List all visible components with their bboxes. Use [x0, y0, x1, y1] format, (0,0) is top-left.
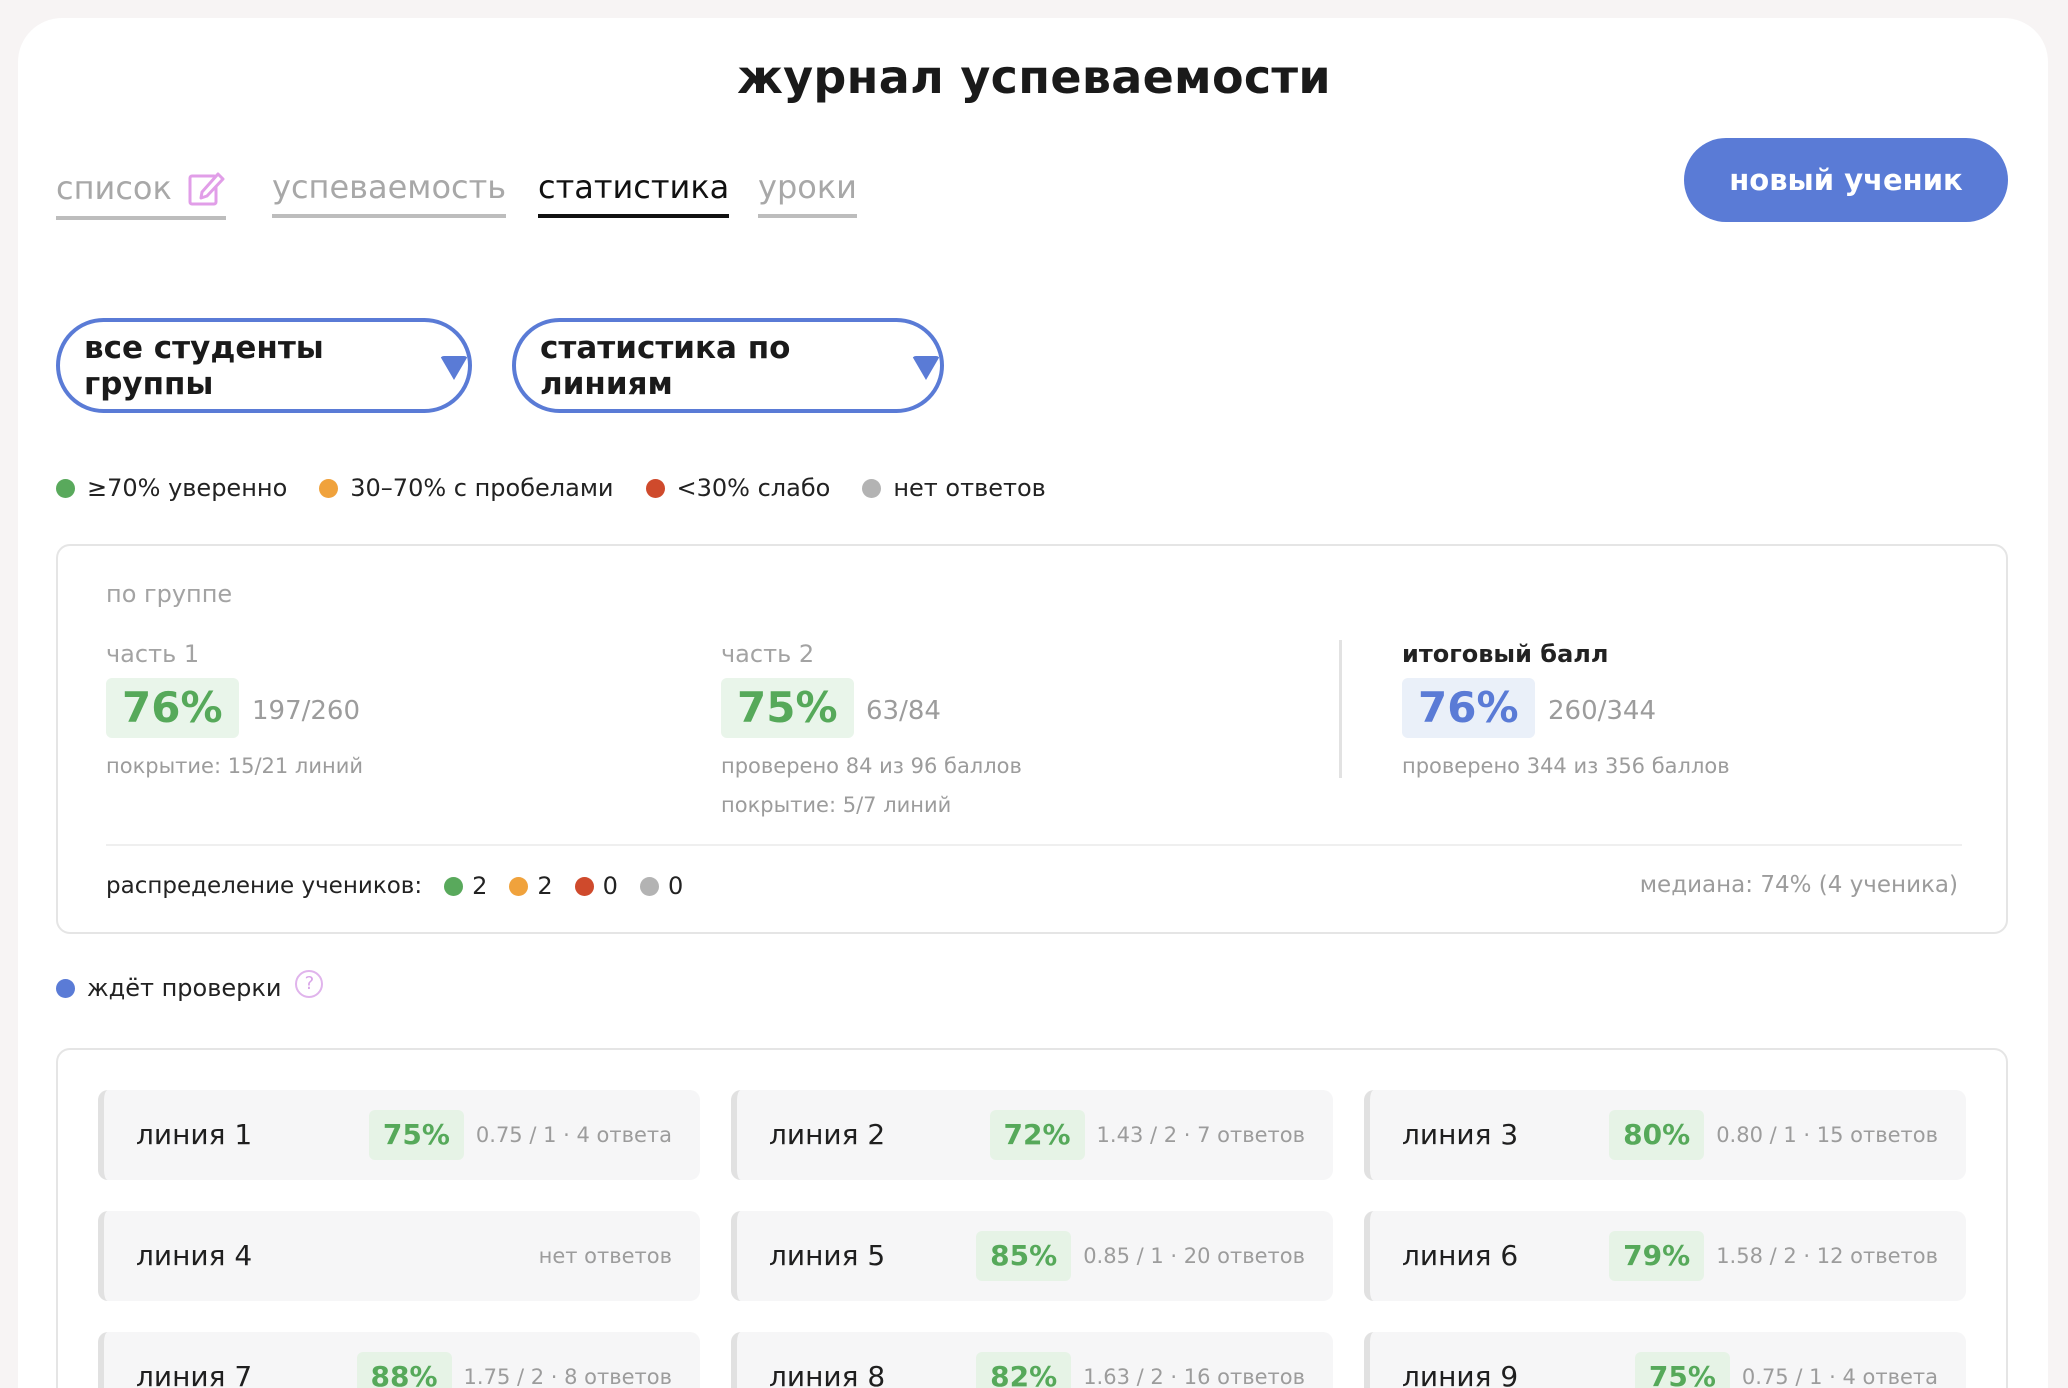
line-percent-badge: 80% — [1609, 1110, 1705, 1160]
line-card[interactable]: линия 4 нет ответов — [98, 1211, 700, 1301]
orange-dot-icon — [509, 876, 529, 896]
blue-dot-icon — [56, 978, 75, 998]
tab-statistics[interactable]: статистика — [538, 168, 730, 218]
students-filter-value: все студенты группы — [84, 329, 324, 402]
page-title: журнал успеваемости — [737, 50, 1331, 104]
tab-list[interactable]: список — [56, 168, 226, 220]
red-dot-icon — [574, 876, 594, 896]
line-meta: 0.75 / 1 · 4 ответа — [1741, 1365, 1938, 1388]
line-meta: нет ответов — [538, 1244, 672, 1268]
part2-coverage: покрытие: 5/7 линий — [721, 793, 952, 817]
part1-label: часть 1 — [106, 640, 200, 668]
line-meta: 1.75 / 2 · 8 ответов — [463, 1365, 672, 1388]
edit-icon — [188, 172, 225, 206]
mode-filter-dropdown[interactable]: статистика по линиям — [512, 318, 944, 413]
line-meta: 0.80 / 1 · 15 ответов — [1716, 1123, 1938, 1147]
distribution-gray: 0 — [639, 872, 683, 900]
color-legend: ≥70% уверенно 30–70% с пробелами <30% сл… — [56, 474, 1078, 502]
total-checked: проверено 344 из 356 баллов — [1402, 754, 1730, 778]
median-text: медиана: 74% (4 ученика) — [1639, 872, 1958, 898]
distribution-red: 0 — [574, 872, 618, 900]
vertical-divider — [1339, 640, 1342, 778]
line-percent-badge: 79% — [1609, 1231, 1705, 1281]
student-distribution: распределение учеников: 2 2 0 0 — [106, 872, 683, 900]
line-percent-badge: 85% — [976, 1231, 1072, 1281]
line-meta: 1.63 / 2 · 16 ответов — [1083, 1365, 1305, 1388]
orange-dot-icon — [319, 478, 339, 498]
distribution-label: распределение учеников: — [106, 873, 423, 899]
horizontal-divider — [106, 844, 1962, 846]
green-dot-icon — [444, 876, 464, 896]
students-filter-dropdown[interactable]: все студенты группы — [56, 318, 472, 413]
gray-dot-icon — [639, 876, 659, 896]
line-percent-badge: 88% — [356, 1352, 452, 1388]
part1-fraction: 197/260 — [252, 696, 361, 726]
total-fraction: 260/344 — [1548, 696, 1657, 726]
red-dot-icon — [645, 478, 665, 498]
line-card[interactable]: линия 1 75% 0.75 / 1 · 4 ответа — [98, 1090, 700, 1180]
line-card[interactable]: линия 5 85% 0.85 / 1 · 20 ответов — [731, 1211, 1333, 1301]
question-icon[interactable]: ? — [295, 970, 324, 998]
line-card[interactable]: линия 6 79% 1.58 / 2 · 12 ответов — [1364, 1211, 1966, 1301]
line-meta: 0.85 / 1 · 20 ответов — [1083, 1244, 1305, 1268]
line-meta: 1.43 / 2 · 7 ответов — [1096, 1123, 1305, 1147]
part2-fraction: 63/84 — [866, 696, 941, 726]
distribution-orange: 2 — [509, 872, 553, 900]
distribution-green: 2 — [444, 872, 487, 900]
line-card[interactable]: линия 2 72% 1.43 / 2 · 7 ответов — [731, 1090, 1333, 1180]
line-meta: 0.75 / 1 · 4 ответа — [475, 1123, 672, 1147]
gray-dot-icon — [862, 478, 882, 498]
new-student-button[interactable]: новый ученик — [1684, 138, 2008, 222]
part1-percent: 76% — [106, 678, 239, 738]
chevron-down-icon — [440, 355, 468, 380]
legend-item-confident: ≥70% уверенно — [56, 474, 287, 502]
legend-item-weak: <30% слабо — [645, 474, 830, 502]
part2-checked: проверено 84 из 96 баллов — [721, 754, 1022, 778]
line-percent-badge: 82% — [976, 1352, 1072, 1388]
total-label: итоговый балл — [1402, 640, 1609, 668]
total-percent: 76% — [1402, 678, 1535, 738]
group-summary-panel: по группе часть 1 76% 197/260 покрытие: … — [56, 544, 2008, 934]
pending-label: ждёт проверки — [87, 974, 282, 1002]
line-percent-badge: 75% — [368, 1110, 464, 1160]
part2-percent: 75% — [721, 678, 854, 738]
pending-review-legend: ждёт проверки ? — [56, 970, 324, 1002]
line-card[interactable]: линия 9 75% 0.75 / 1 · 4 ответа — [1364, 1332, 1966, 1388]
line-percent-badge: 75% — [1634, 1352, 1730, 1388]
line-card[interactable]: линия 3 80% 0.80 / 1 · 15 ответов — [1364, 1090, 1966, 1180]
mode-filter-value: статистика по линиям — [540, 329, 791, 402]
part1-coverage: покрытие: 15/21 линий — [106, 754, 364, 778]
line-card[interactable]: линия 8 82% 1.63 / 2 · 16 ответов — [731, 1332, 1333, 1388]
line-meta: 1.58 / 2 · 12 ответов — [1716, 1244, 1938, 1268]
tab-lessons[interactable]: уроки — [758, 168, 857, 218]
part2-label: часть 2 — [721, 640, 815, 668]
legend-item-gaps: 30–70% с пробелами — [319, 474, 614, 502]
green-dot-icon — [56, 478, 75, 498]
tab-list-label: список — [56, 169, 172, 207]
summary-heading: по группе — [106, 580, 233, 608]
chevron-down-icon — [912, 355, 940, 380]
line-percent-badge: 72% — [989, 1110, 1085, 1160]
legend-item-no-answers: нет ответов — [862, 474, 1046, 502]
line-card[interactable]: линия 7 88% 1.75 / 2 · 8 ответов — [98, 1332, 700, 1388]
tab-performance[interactable]: успеваемость — [272, 168, 507, 218]
